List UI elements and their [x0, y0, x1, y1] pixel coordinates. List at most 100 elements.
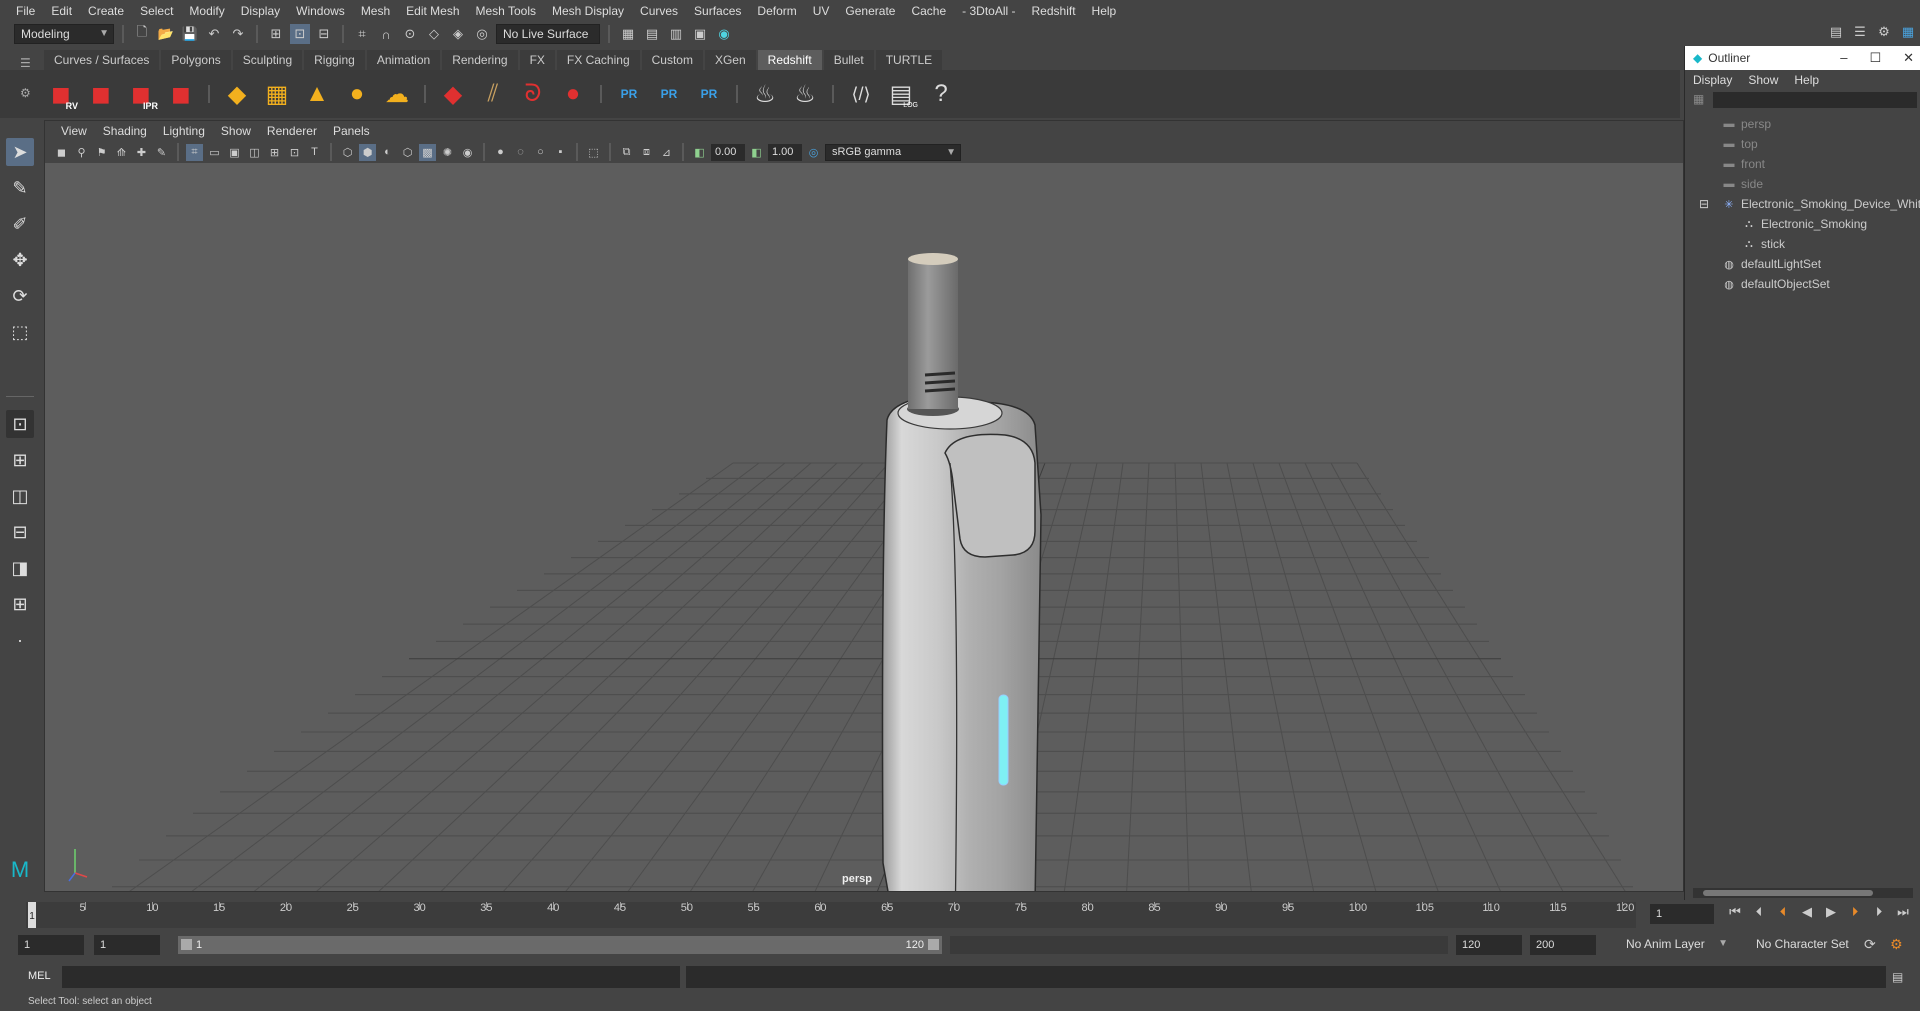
menu-curves[interactable]: Curves — [632, 0, 686, 22]
snap-curve-icon[interactable]: ∩ — [376, 24, 396, 44]
minimize-icon[interactable]: – — [1840, 50, 1847, 66]
rs-dome-light-icon[interactable]: ● — [340, 77, 374, 111]
isolate-select-icon[interactable]: ⬚ — [585, 144, 602, 161]
exposure-icon[interactable]: ◧ — [691, 144, 708, 161]
script-editor-icon[interactable]: ▤ — [1892, 970, 1903, 984]
viewport-menu-renderer[interactable]: Renderer — [259, 124, 325, 138]
grease-pencil-icon[interactable]: ✎ — [153, 144, 170, 161]
viewport-menu-panels[interactable]: Panels — [325, 124, 378, 138]
viewport-menu-view[interactable]: View — [53, 124, 95, 138]
current-frame-field[interactable]: 1 — [1650, 904, 1714, 924]
maximize-icon[interactable]: ☐ — [1869, 50, 1881, 66]
snap-plane-icon[interactable]: ◇ — [424, 24, 444, 44]
shelf-tab-fx[interactable]: FX — [519, 50, 555, 70]
outliner-item[interactable]: ◍ defaultObjectSet — [1721, 274, 1830, 294]
viewport-menu-show[interactable]: Show — [213, 124, 259, 138]
command-input[interactable] — [62, 966, 680, 988]
shadows-icon[interactable]: ◉ — [459, 144, 476, 161]
outliner-menu-show[interactable]: Show — [1748, 73, 1778, 87]
pan-zoom-icon[interactable]: ✚ — [133, 144, 150, 161]
safe-title-icon[interactable]: T — [306, 144, 323, 161]
collapse-icon[interactable]: · — [6, 626, 34, 654]
shelf-tab-animation[interactable]: Animation — [366, 50, 441, 70]
shelf-tab-custom[interactable]: Custom — [641, 50, 703, 70]
shelf-tab-polygons[interactable]: Polygons — [161, 50, 231, 70]
side-by-side-layout-icon[interactable]: ◫ — [6, 482, 34, 510]
redshift-settings-icon[interactable]: ◼ — [164, 77, 198, 111]
menu-file[interactable]: File — [8, 0, 43, 22]
persp-outliner-layout-icon[interactable]: ◨ — [6, 554, 34, 582]
step-forward-frame-icon[interactable]: ⏵ — [1846, 904, 1864, 920]
view-transform-dropdown[interactable]: sRGB gamma ▼ — [825, 143, 961, 161]
go-to-start-icon[interactable]: ⏮ — [1726, 904, 1744, 920]
bookmark-icon[interactable]: ⚑ — [93, 144, 110, 161]
step-forward-key-icon[interactable]: ⏵ — [1870, 904, 1888, 920]
menu-mesh-tools[interactable]: Mesh Tools — [468, 0, 544, 22]
play-forward-icon[interactable]: ▶ — [1822, 904, 1840, 920]
select-tool-icon[interactable]: ➤ — [6, 138, 34, 166]
shelf-tab-rigging[interactable]: Rigging — [304, 50, 365, 70]
outliner-item[interactable]: ▬ side — [1721, 174, 1764, 194]
rs-log-icon[interactable]: ▤ LOG — [884, 77, 918, 111]
expand-collapse-icon[interactable]: ⊟ — [1699, 197, 1709, 211]
lasso-tool-icon[interactable]: ✎ — [6, 174, 34, 202]
open-scene-icon[interactable]: 📂 — [156, 24, 176, 44]
render-view-icon[interactable]: ▣ — [690, 24, 710, 44]
gamma-icon[interactable]: ◧ — [748, 144, 765, 161]
rs-bake-set-icon[interactable]: ♨ — [788, 77, 822, 111]
field-chart-icon[interactable]: ⊞ — [266, 144, 283, 161]
outliner-item[interactable]: ▬ front — [1721, 154, 1766, 174]
menu-surfaces[interactable]: Surfaces — [686, 0, 749, 22]
end-time-field[interactable]: 200 — [1530, 935, 1596, 955]
anti-aliasing-icon[interactable]: ○ — [532, 144, 549, 161]
rs-sphere-icon[interactable]: ● — [556, 77, 590, 111]
default-material-icon[interactable]: ◐ — [379, 144, 396, 161]
shelf-tab-xgen[interactable]: XGen — [704, 50, 756, 70]
playback-start-field[interactable]: 1 — [94, 935, 160, 955]
outliner-persp-layout-icon[interactable]: ⊞ — [6, 590, 34, 618]
go-to-end-icon[interactable]: ⏭ — [1894, 904, 1912, 920]
menu-display[interactable]: Display — [233, 0, 288, 22]
channel-box-icon[interactable]: ▦ — [1898, 22, 1918, 42]
viewport-panel[interactable]: View Shading Lighting Show Renderer Panels ◼ … — [44, 120, 1684, 892]
outliner-hscrollbar[interactable] — [1693, 888, 1913, 898]
anim-layer-dropdown[interactable]: No Anim Layer ▼ — [1620, 935, 1732, 955]
use-all-lights-icon[interactable]: ✺ — [439, 144, 456, 161]
wireframe-icon[interactable]: ⬡ — [339, 144, 356, 161]
camera-attributes-icon[interactable]: ⚲ — [73, 144, 90, 161]
range-bar[interactable]: 1 120 — [178, 936, 942, 954]
range-end-handle[interactable] — [928, 939, 939, 950]
modeling-toolkit-icon[interactable]: ▤ — [1826, 22, 1846, 42]
auto-key-icon[interactable]: ⟳ — [1864, 936, 1876, 953]
filter-icon[interactable]: ▦ — [1693, 92, 1704, 106]
menu-mesh[interactable]: Mesh — [353, 0, 398, 22]
rs-portal-light-icon[interactable]: ▦ — [260, 77, 294, 111]
render-frame-icon[interactable]: ▤ — [642, 24, 662, 44]
pr-import-icon[interactable]: PR — [692, 77, 726, 111]
menu-mesh-display[interactable]: Mesh Display — [544, 0, 632, 22]
undo-icon[interactable]: ↶ — [204, 24, 224, 44]
menu-edit[interactable]: Edit — [43, 0, 80, 22]
save-scene-icon[interactable]: 💾 — [180, 24, 200, 44]
snap-grid-icon[interactable]: ⌗ — [352, 24, 372, 44]
single-perspective-layout-icon[interactable]: ⊡ — [6, 410, 34, 438]
redshift-ipr-icon[interactable]: ◼ IPR — [124, 77, 158, 112]
ipr-render-icon[interactable]: ▥ — [666, 24, 686, 44]
play-backward-icon[interactable]: ◀ — [1798, 904, 1816, 920]
menu-redshift[interactable]: Redshift — [1024, 0, 1084, 22]
shelf-tab-curves-surfaces[interactable]: Curves / Surfaces — [44, 50, 160, 70]
rs-hair-icon[interactable]: ⫽ — [476, 77, 510, 111]
image-plane-icon[interactable]: ⟰ — [113, 144, 130, 161]
motion-blur-icon[interactable]: ◌ — [512, 144, 529, 161]
select-camera-icon[interactable]: ◼ — [53, 144, 70, 161]
animation-prefs-icon[interactable]: ⚙ — [1890, 936, 1903, 953]
four-view-layout-icon[interactable]: ⊞ — [6, 446, 34, 474]
outliner-search-input[interactable] — [1713, 92, 1917, 108]
menu-3dtoall[interactable]: - 3DtoAll - — [954, 0, 1023, 22]
menu-windows[interactable]: Windows — [288, 0, 353, 22]
time-slider-track[interactable]: 5 10 15 20 25 30 35 40 45 50 55 60 65 70 75 80 85 90 95 100… — [26, 902, 1636, 928]
snap-point-icon[interactable]: ⊙ — [400, 24, 420, 44]
redshift-render-icon[interactable]: ◼ — [84, 77, 118, 111]
menu-deform[interactable]: Deform — [749, 0, 804, 22]
grid-icon[interactable]: ⌗ — [186, 143, 203, 161]
